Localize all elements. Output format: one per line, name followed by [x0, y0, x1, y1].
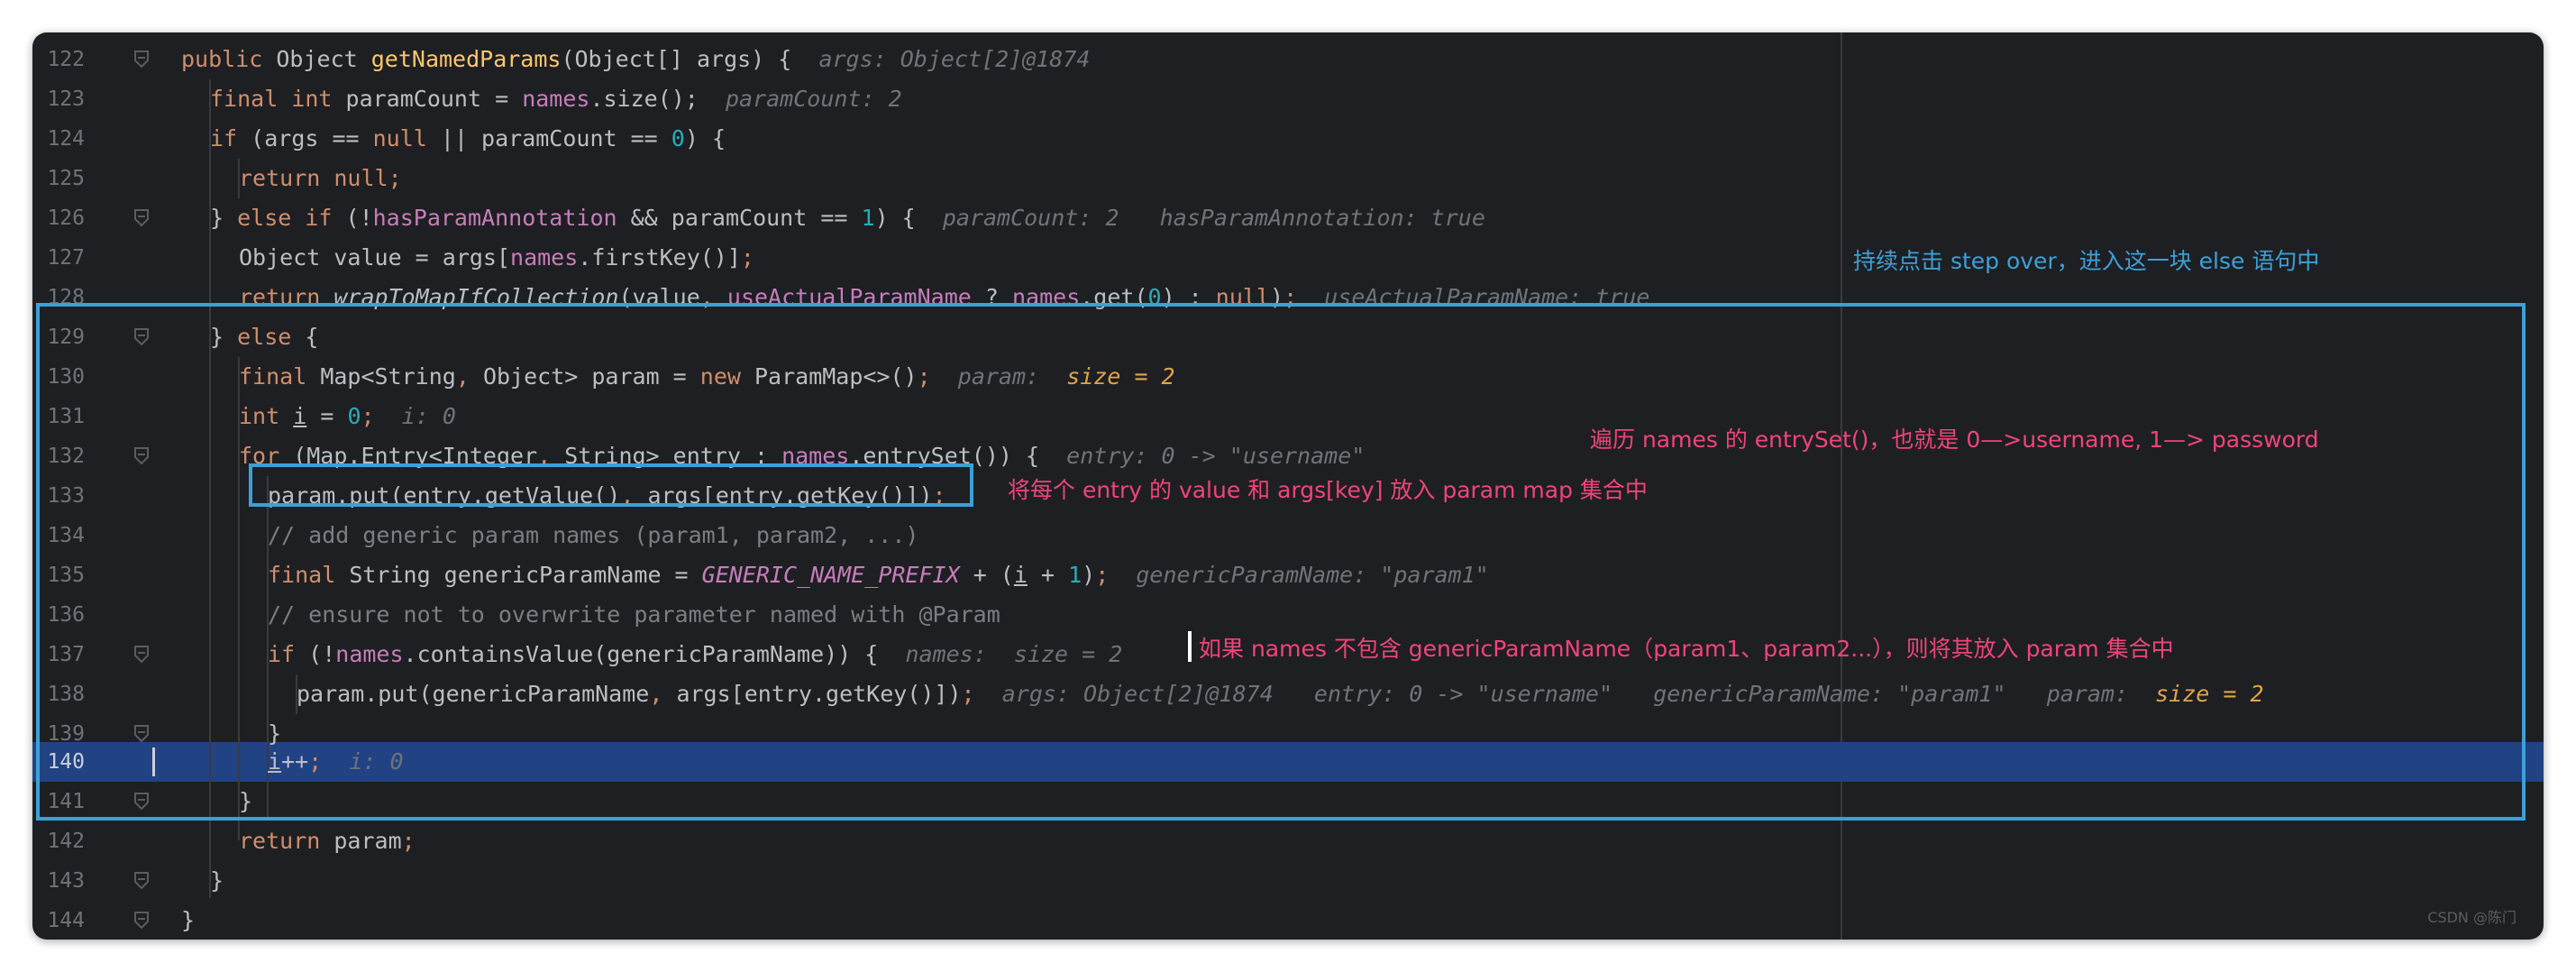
- code-line-122[interactable]: public Object getNamedParams(Object[] ar…: [181, 40, 1090, 79]
- line-number[interactable]: 127: [32, 238, 85, 278]
- annotation-step-over: 持续点击 step over，进入这一块 else 语句中: [1853, 248, 2320, 274]
- line-number[interactable]: 143: [32, 861, 85, 901]
- line-number[interactable]: 125: [32, 159, 85, 198]
- line-number[interactable]: 124: [32, 119, 85, 159]
- annotation-contains: 如果 names 不包含 genericParamName（param1、par…: [1199, 636, 2174, 662]
- fold-toggle-icon[interactable]: [133, 861, 151, 901]
- inline-hint: args: Object[2]@1874: [818, 46, 1091, 72]
- code-line-142[interactable]: return param;: [239, 821, 416, 861]
- code-line-126[interactable]: } else if (!hasParamAnnotation && paramC…: [210, 198, 1485, 238]
- param-put-box: [249, 463, 973, 507]
- else-block-box: [36, 303, 2526, 821]
- inline-hint: paramCount: 2: [942, 205, 1119, 231]
- annotation-put-map: 将每个 entry 的 value 和 args[key] 放入 param m…: [1008, 477, 1648, 503]
- inline-hint: hasParamAnnotation: true: [1159, 205, 1485, 231]
- code-line-125[interactable]: return null;: [239, 159, 402, 198]
- code-editor[interactable]: 122 123 124 125 126 127 128 129 130 131 132 133 134 1…: [32, 32, 2544, 940]
- code-line-127[interactable]: Object value = args[names.firstKey()];: [239, 238, 754, 278]
- annotation-entry-set: 遍历 names 的 entrySet()，也就是 0—>username, 1…: [1590, 426, 2319, 453]
- code-line-123[interactable]: final int paramCount = names.size(); par…: [210, 79, 902, 119]
- line-number[interactable]: 144: [32, 901, 85, 940]
- watermark: CSDN @陈门: [2427, 909, 2517, 926]
- code-line-144[interactable]: }: [181, 901, 195, 940]
- code-line-124[interactable]: if (args == null || paramCount == 0) {: [210, 119, 726, 159]
- code-line-143[interactable]: }: [210, 861, 224, 901]
- line-number[interactable]: 142: [32, 821, 85, 861]
- fold-toggle-icon[interactable]: [133, 901, 151, 940]
- line-number[interactable]: 122: [32, 40, 85, 79]
- annotation-marker: [1188, 631, 1192, 662]
- fold-toggle-icon[interactable]: [133, 198, 151, 238]
- fold-toggle-icon[interactable]: [133, 40, 151, 79]
- inline-hint: paramCount: 2: [725, 86, 902, 112]
- line-number[interactable]: 123: [32, 79, 85, 119]
- line-number[interactable]: 126: [32, 198, 85, 238]
